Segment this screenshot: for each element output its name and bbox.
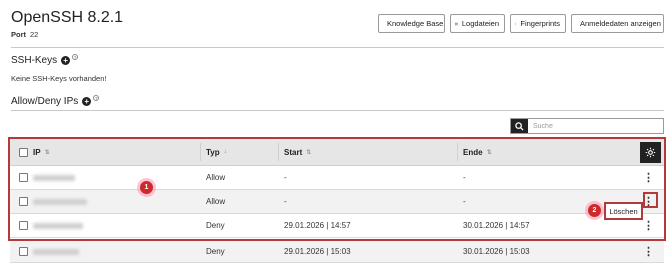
help-icon[interactable]: ? (72, 53, 79, 60)
fingerprints-label: Fingerprints (520, 19, 560, 28)
toolbar: Knowledge Base Logdateien Fingerprints A… (378, 14, 664, 33)
add-ip-rule-icon[interactable]: + (82, 97, 92, 106)
ip-cell (33, 241, 79, 262)
show-credentials-button[interactable]: Anmeldedaten anzeigen (571, 14, 664, 33)
row-checkbox[interactable] (19, 247, 28, 256)
start-cell: 29.01.2026 | 15:03 (284, 247, 351, 256)
ende-cell: 30.01.2026 | 15:03 (463, 247, 530, 256)
search-input[interactable] (528, 119, 663, 133)
table-highlight-frame (8, 137, 666, 241)
help-icon[interactable]: ? (93, 94, 100, 101)
allow-deny-title: Allow/Deny IPs (11, 96, 79, 107)
row-menu-highlight (643, 192, 658, 208)
redacted-ip (33, 248, 79, 255)
ssh-keys-heading: SSH-Keys + ? (11, 53, 79, 66)
step-1-badge: 1 (140, 181, 153, 194)
search-icon (515, 121, 524, 131)
typ-cell: Deny (206, 247, 225, 256)
section-divider (11, 110, 664, 111)
knowledge-base-button[interactable]: Knowledge Base (378, 14, 445, 33)
logfiles-button[interactable]: Logdateien (450, 14, 505, 33)
search-box (510, 118, 664, 134)
ssh-keys-empty-text: Keine SSH-Keys vorhanden! (11, 74, 107, 83)
fingerprints-button[interactable]: Fingerprints (510, 14, 566, 33)
allow-deny-heading: Allow/Deny IPs + ? (11, 94, 100, 107)
port-label: Port (11, 30, 26, 39)
app-title: OpenSSH 8.2.1 (11, 9, 124, 26)
show-credentials-label: Anmeldedaten anzeigen (580, 19, 661, 28)
table-row[interactable]: Deny 29.01.2026 | 15:03 30.01.2026 | 15:… (10, 241, 664, 263)
fingerprint-icon (515, 22, 517, 25)
header-divider (11, 47, 664, 48)
port-info: Port 22 (11, 30, 38, 39)
row-menu-icon[interactable]: ⋮ (643, 241, 654, 262)
port-value: 22 (30, 30, 39, 39)
ssh-keys-title: SSH-Keys (11, 55, 58, 66)
logfiles-label: Logdateien (461, 19, 499, 28)
search-button[interactable] (511, 119, 528, 133)
add-ssh-key-icon[interactable]: + (61, 56, 71, 65)
row-select-cell (19, 241, 28, 262)
step-2-badge: 2 (588, 204, 601, 217)
log-icon (455, 22, 458, 25)
knowledge-base-label: Knowledge Base (387, 19, 444, 28)
delete-menu-item[interactable]: Löschen (604, 202, 643, 220)
